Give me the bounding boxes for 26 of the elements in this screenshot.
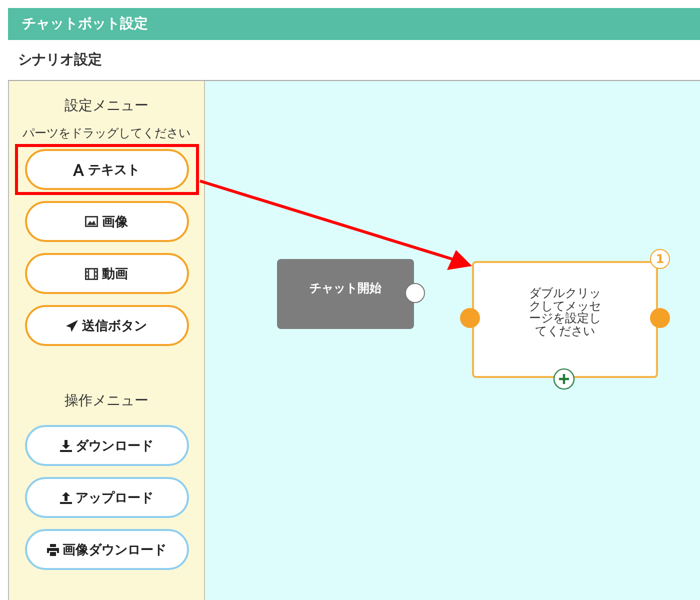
- input-port[interactable]: [460, 308, 480, 328]
- message-node[interactable]: ダブルクリックしてメッセージを設定してください: [472, 261, 658, 378]
- menu-heading: 操作メニュー: [64, 392, 148, 410]
- part-button[interactable]: 送信ボタン: [24, 305, 188, 346]
- add-icon[interactable]: [553, 368, 575, 390]
- menu-heading: 設定メニュー: [64, 97, 148, 115]
- part-button[interactable]: 画像: [24, 201, 188, 242]
- action-button[interactable]: ダウンロード: [24, 425, 188, 466]
- upload-icon: [60, 492, 72, 504]
- start-node[interactable]: チャット開始: [277, 259, 414, 329]
- node-number: 1: [650, 249, 670, 269]
- action-button[interactable]: アップロード: [24, 477, 188, 518]
- node-text: ダブルクリックしてメッセージを設定してください: [529, 287, 601, 338]
- action-button[interactable]: 画像ダウンロード: [24, 529, 188, 570]
- download-icon: [60, 440, 72, 452]
- section-title: シナリオ設定: [18, 51, 102, 69]
- output-port[interactable]: [405, 283, 425, 303]
- printer-icon: [46, 544, 58, 556]
- menu-hint: パーツをドラッグしてください: [22, 125, 190, 142]
- image-icon: [85, 216, 98, 227]
- letter-a-icon: [73, 164, 84, 176]
- paper-plane-icon: [66, 320, 78, 332]
- part-button[interactable]: 動画: [24, 253, 188, 294]
- film-icon: [85, 268, 98, 280]
- part-button[interactable]: テキスト: [24, 149, 188, 190]
- page-title: チャットボット設定: [22, 15, 148, 33]
